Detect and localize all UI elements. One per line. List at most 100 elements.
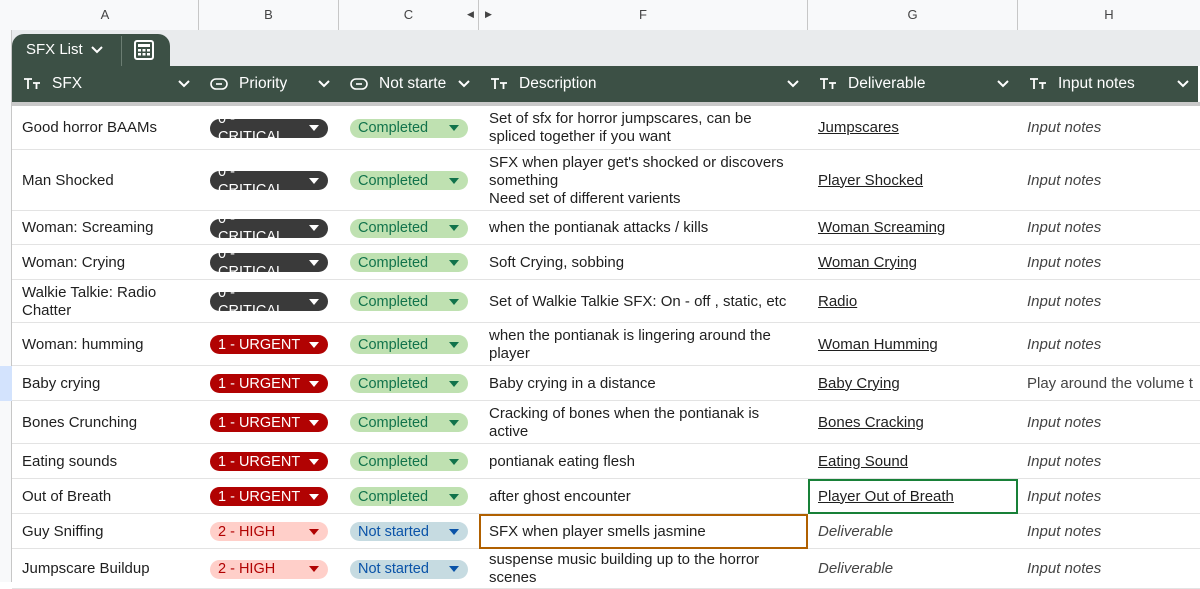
description-cell[interactable]: Cracking of bones when the pontianak is a…: [489, 401, 799, 444]
chevron-down-icon[interactable]: [457, 76, 471, 90]
priority-chip[interactable]: 1 - URGENT: [210, 335, 328, 354]
column-header-h[interactable]: H: [1018, 0, 1200, 30]
chevron-down-icon[interactable]: [177, 76, 191, 90]
priority-chip[interactable]: 1 - URGENT: [210, 452, 328, 471]
input-notes-cell[interactable]: Input notes: [1027, 323, 1200, 366]
description-cell[interactable]: pontianak eating flesh: [489, 444, 799, 479]
sfx-cell[interactable]: Eating sounds: [22, 444, 197, 479]
status-chip[interactable]: Not started: [350, 522, 468, 541]
input-notes-cell[interactable]: Input notes: [1027, 401, 1200, 444]
description-cell[interactable]: when the pontianak is lingering around t…: [489, 323, 799, 366]
deliverable-cell[interactable]: Deliverable: [818, 549, 1018, 589]
priority-chip[interactable]: 0 - CRITICAL: [210, 246, 328, 280]
deliverable-cell[interactable]: Bones Cracking: [818, 401, 1018, 444]
status-cell[interactable]: Completed: [350, 106, 470, 150]
status-chip[interactable]: Completed: [350, 335, 468, 354]
priority-cell[interactable]: 0 - CRITICAL: [210, 106, 330, 150]
priority-chip[interactable]: 0 - CRITICAL: [210, 211, 328, 245]
priority-chip[interactable]: 0 - CRITICAL: [210, 285, 328, 319]
input-notes-cell[interactable]: Input notes: [1027, 211, 1200, 245]
description-cell[interactable]: Set of Walkie Talkie SFX: On - off , sta…: [489, 280, 799, 323]
input-notes-cell[interactable]: Input notes: [1027, 245, 1200, 280]
input-notes-cell[interactable]: Input notes: [1027, 106, 1200, 150]
sfx-cell[interactable]: Guy Sniffing: [22, 514, 197, 549]
sfx-cell[interactable]: Woman: Screaming: [22, 211, 197, 245]
chevron-down-icon[interactable]: [1176, 76, 1190, 90]
sfx-cell[interactable]: Walkie Talkie: Radio Chatter: [22, 280, 197, 323]
chevron-down-icon[interactable]: [996, 76, 1010, 90]
deliverable-link[interactable]: Player Shocked: [818, 172, 923, 190]
input-notes-cell[interactable]: Input notes: [1027, 514, 1200, 549]
status-chip[interactable]: Completed: [350, 487, 468, 506]
deliverable-link[interactable]: Radio: [818, 293, 857, 311]
status-cell[interactable]: Completed: [350, 323, 470, 366]
column-header-b[interactable]: B: [199, 0, 339, 30]
expand-hidden-columns-left-icon[interactable]: ◀: [467, 9, 474, 20]
priority-chip[interactable]: 1 - URGENT: [210, 374, 328, 393]
status-chip[interactable]: Completed: [350, 413, 468, 432]
column-header-c[interactable]: C: [339, 0, 479, 30]
status-chip[interactable]: Not started: [350, 559, 468, 579]
sfx-cell[interactable]: Good horror BAAMs: [22, 106, 197, 150]
deliverable-cell[interactable]: Woman Humming: [818, 323, 1018, 366]
sfx-cell[interactable]: Woman: humming: [22, 323, 197, 366]
input-notes-cell[interactable]: Input notes: [1027, 479, 1200, 514]
status-cell[interactable]: Not started: [350, 549, 470, 589]
deliverable-cell[interactable]: Woman Screaming: [818, 211, 1018, 245]
status-cell[interactable]: Completed: [350, 401, 470, 444]
priority-cell[interactable]: 1 - URGENT: [210, 479, 330, 514]
status-chip[interactable]: Completed: [350, 292, 468, 311]
input-notes-cell[interactable]: Input notes: [1027, 444, 1200, 479]
priority-cell[interactable]: 0 - CRITICAL: [210, 280, 330, 323]
description-cell[interactable]: after ghost encounter: [489, 479, 799, 514]
deliverable-link[interactable]: Woman Screaming: [818, 219, 945, 237]
status-cell[interactable]: Completed: [350, 211, 470, 245]
column-header-a[interactable]: A: [12, 0, 199, 30]
deliverable-link[interactable]: Baby Crying: [818, 375, 900, 393]
priority-cell[interactable]: 2 - HIGH: [210, 514, 330, 549]
sfx-cell[interactable]: Bones Crunching: [22, 401, 197, 444]
priority-cell[interactable]: 0 - CRITICAL: [210, 150, 330, 211]
column-header-g[interactable]: G: [808, 0, 1018, 30]
status-cell[interactable]: Completed: [350, 150, 470, 211]
description-cell[interactable]: Set of sfx for horror jumpscares, can be…: [489, 106, 799, 150]
status-chip[interactable]: Completed: [350, 374, 468, 393]
priority-cell[interactable]: 1 - URGENT: [210, 444, 330, 479]
sfx-cell[interactable]: Man Shocked: [22, 150, 197, 211]
sfx-cell[interactable]: Out of Breath: [22, 479, 197, 514]
deliverable-link[interactable]: Bones Cracking: [818, 414, 924, 432]
deliverable-cell[interactable]: Player Shocked: [818, 150, 1018, 211]
priority-chip[interactable]: 2 - HIGH: [210, 559, 328, 579]
status-cell[interactable]: Completed: [350, 366, 470, 401]
sfx-cell[interactable]: Jumpscare Buildup: [22, 549, 197, 589]
table-name-button[interactable]: SFX List: [26, 41, 103, 58]
chevron-down-icon[interactable]: [317, 76, 331, 90]
header-deliverable[interactable]: Deliverable: [808, 66, 1018, 102]
input-notes-cell[interactable]: Play around the volume t: [1027, 366, 1200, 401]
priority-chip[interactable]: 1 - URGENT: [210, 413, 328, 432]
description-cell[interactable]: when the pontianak attacks / kills: [489, 211, 799, 245]
column-header-f[interactable]: F: [479, 0, 808, 30]
deliverable-cell[interactable]: Radio: [818, 280, 1018, 323]
status-cell[interactable]: Completed: [350, 444, 470, 479]
priority-chip[interactable]: 0 - CRITICAL: [210, 164, 328, 198]
deliverable-link[interactable]: Eating Sound: [818, 453, 908, 471]
description-cell[interactable]: suspense music building up to the horror…: [489, 549, 799, 589]
priority-cell[interactable]: 1 - URGENT: [210, 366, 330, 401]
input-notes-cell[interactable]: Input notes: [1027, 150, 1200, 211]
status-cell[interactable]: Completed: [350, 280, 470, 323]
input-notes-cell[interactable]: Input notes: [1027, 549, 1200, 589]
priority-cell[interactable]: 1 - URGENT: [210, 401, 330, 444]
table-settings-icon[interactable]: [133, 39, 157, 61]
deliverable-link[interactable]: Woman Humming: [818, 336, 938, 354]
status-cell[interactable]: Completed: [350, 245, 470, 280]
deliverable-cell[interactable]: Jumpscares: [818, 106, 1018, 150]
status-chip[interactable]: Completed: [350, 118, 468, 138]
header-input-notes[interactable]: Input notes: [1018, 66, 1198, 102]
status-cell[interactable]: Completed: [350, 479, 470, 514]
deliverable-link[interactable]: Woman Crying: [818, 254, 917, 272]
priority-cell[interactable]: 0 - CRITICAL: [210, 211, 330, 245]
status-chip[interactable]: Completed: [350, 253, 468, 272]
priority-chip[interactable]: 1 - URGENT: [210, 487, 328, 506]
priority-chip[interactable]: 2 - HIGH: [210, 522, 328, 541]
